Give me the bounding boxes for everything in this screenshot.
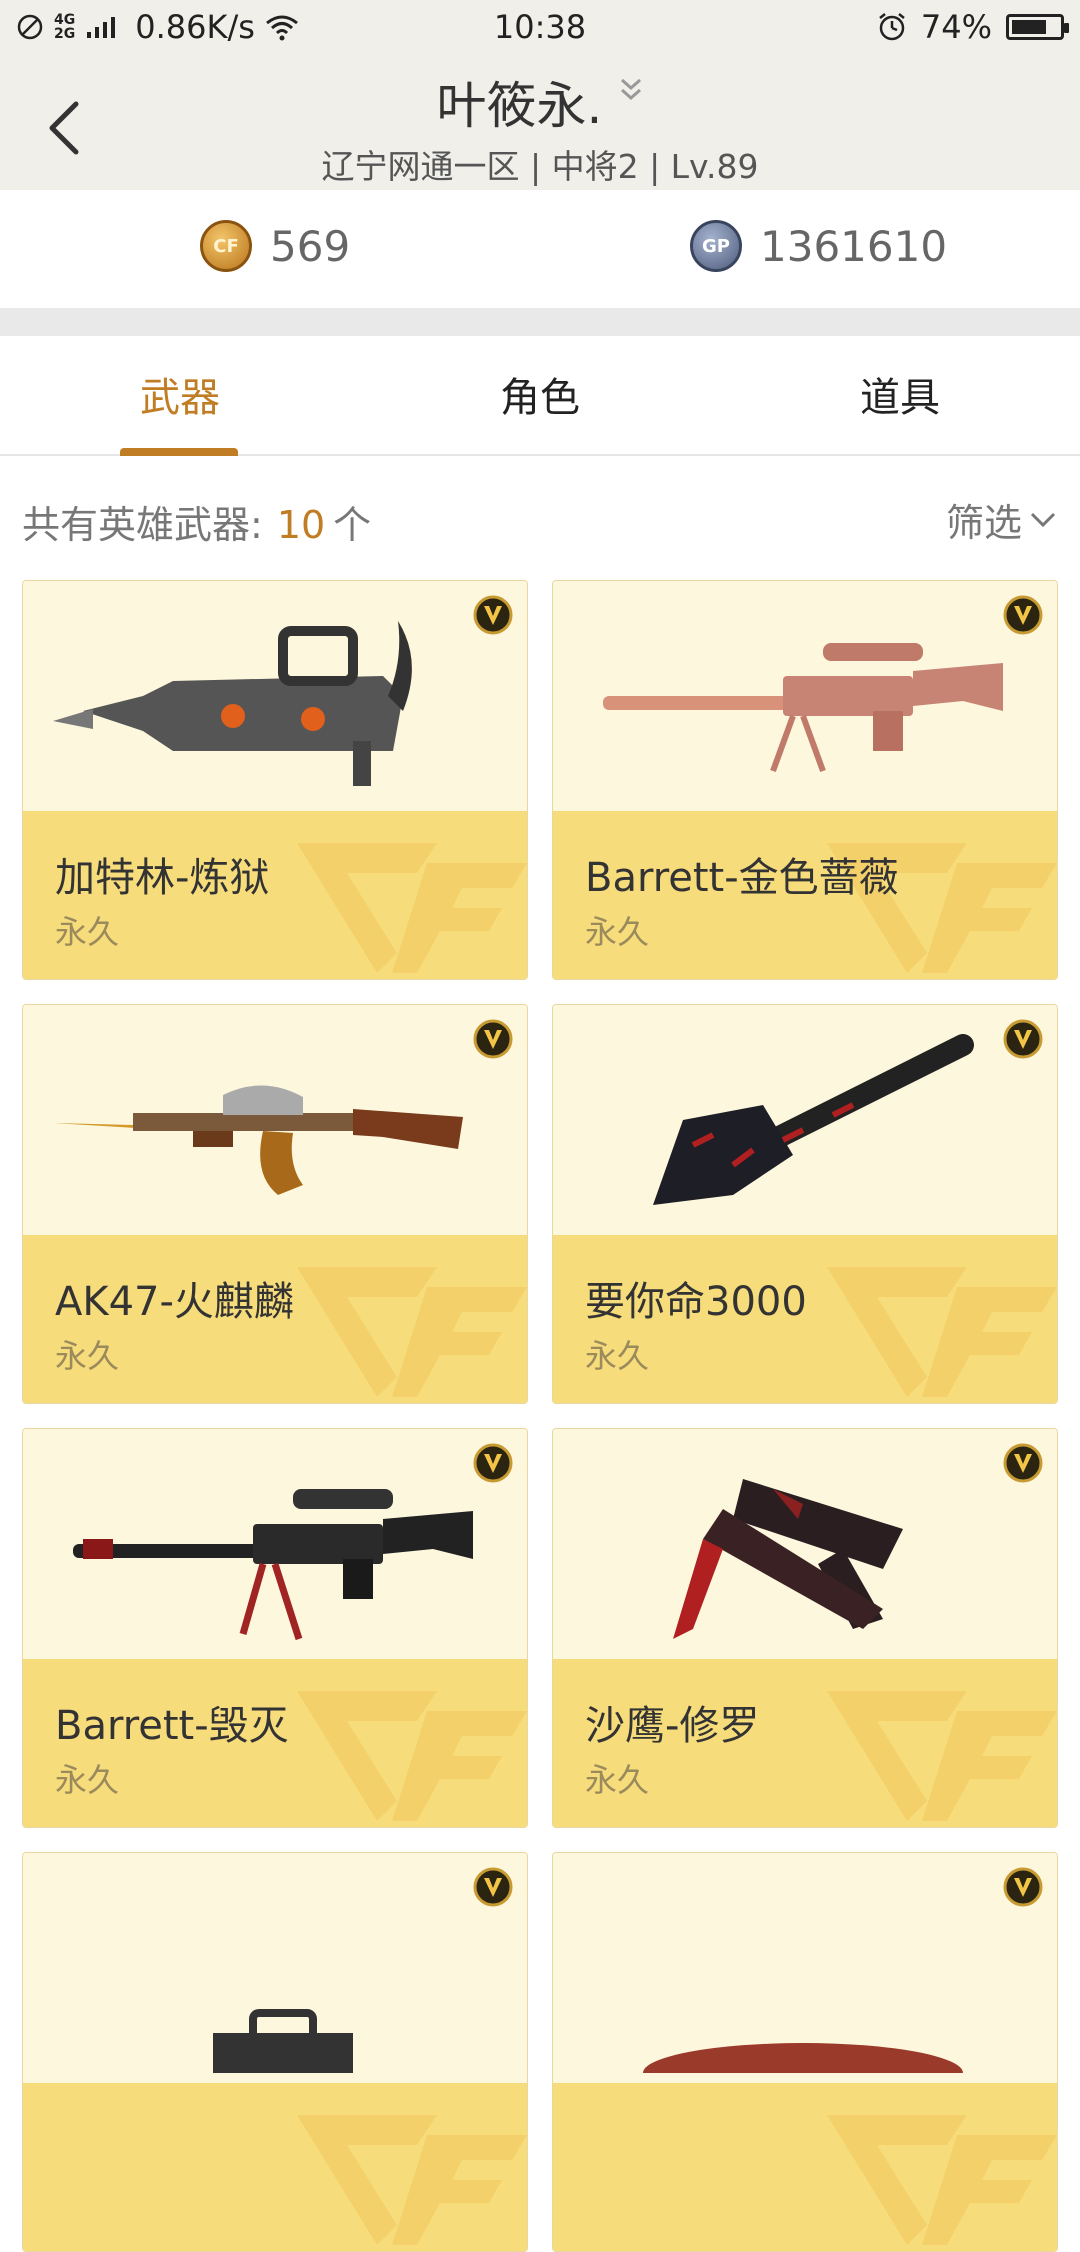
weapon-info-area: 加特林-炼狱永久 <box>23 811 527 979</box>
cf-currency: CF 569 <box>200 220 350 272</box>
weapon-card[interactable] <box>22 1852 528 2252</box>
weapon-card[interactable]: 要你命3000 永久 <box>552 1004 1058 1404</box>
weapon-duration: 永久 <box>55 1337 120 1375</box>
status-bar: 4G 2G 0.86K/s 10:38 74% <box>0 0 1080 56</box>
weapon-image-area <box>553 581 1057 811</box>
filter-label: 筛选 <box>945 501 1022 545</box>
vip-badge-icon <box>1003 1443 1043 1483</box>
weapon-info-area: Barrett-毁灭永久 <box>23 1659 527 1827</box>
rifle-partial-icon <box>213 2009 353 2073</box>
filter-button[interactable]: 筛选 <box>946 492 1058 547</box>
vip-badge-icon <box>1003 1867 1043 1907</box>
cf-logo-watermark-icon <box>827 2115 1057 2245</box>
weapon-duration: 永久 <box>585 1761 650 1799</box>
tab-weapons[interactable]: 武器 <box>0 336 360 456</box>
chevron-down-icon <box>1030 512 1056 527</box>
vip-badge-icon <box>1003 1019 1043 1059</box>
sniper-rifle-dark-icon <box>73 1489 473 1641</box>
category-tabs: 武器 角色 道具 <box>0 336 1080 456</box>
weapon-image-area <box>23 1429 527 1659</box>
cf-logo-watermark-icon <box>297 843 527 973</box>
count-prefix: 共有英雄武器: <box>22 503 263 547</box>
vip-badge-icon <box>1003 595 1043 635</box>
weapon-name: Barrett-金色蔷薇 <box>585 855 899 901</box>
currency-bar: CF 569 GP 1361610 <box>0 190 1080 308</box>
vip-badge-icon <box>473 1443 513 1483</box>
cf-logo-watermark-icon <box>297 1267 527 1397</box>
cf-logo-watermark-icon <box>297 1691 527 1821</box>
cf-logo-watermark-icon <box>827 1267 1057 1397</box>
shovel-icon <box>653 1034 974 1205</box>
weapon-card[interactable]: 沙鹰-修罗永久 <box>552 1428 1058 1828</box>
vip-badge-icon <box>473 595 513 635</box>
weapon-image-area <box>553 1853 1057 2083</box>
alarm-icon <box>879 13 905 41</box>
weapon-image-area <box>553 1005 1057 1235</box>
vip-badge-icon <box>473 1867 513 1907</box>
ak47-icon <box>53 1085 463 1195</box>
weapon-card[interactable]: AK47-火麒麟永久 <box>22 1004 528 1404</box>
cf-coin-icon: CF <box>200 220 252 272</box>
weapon-card[interactable] <box>552 1852 1058 2252</box>
vip-badge-icon <box>473 1019 513 1059</box>
weapon-duration: 永久 <box>585 913 650 951</box>
summary-row: 共有英雄武器: 10 个 筛选 <box>0 456 1080 576</box>
gatling-gun-icon <box>53 621 412 786</box>
count-number: 10 <box>276 503 326 547</box>
section-divider <box>0 308 1080 336</box>
weapon-name: Barrett-毁灭 <box>55 1703 289 1749</box>
weapon-card[interactable]: Barrett-金色蔷薇永久 <box>552 580 1058 980</box>
weapon-info-area <box>553 2083 1057 2251</box>
player-name[interactable]: 叶筱永. <box>437 66 603 138</box>
title-wrap[interactable]: 叶筱永. <box>0 66 1080 138</box>
tab-characters[interactable]: 角色 <box>360 336 720 456</box>
expand-chevron-icon[interactable] <box>618 74 644 106</box>
weapon-card[interactable]: 加特林-炼狱永久 <box>22 580 528 980</box>
active-tab-indicator <box>120 448 238 456</box>
gp-currency: GP 1361610 <box>690 220 947 272</box>
battery-percent: 74% <box>920 8 992 46</box>
desert-eagle-icon <box>673 1479 903 1639</box>
weapon-partial-icon <box>643 2043 963 2073</box>
profile-header: 叶筱永. 辽宁网通一区 | 中将2 | Lv.89 <box>0 56 1080 190</box>
weapon-info-area: Barrett-金色蔷薇永久 <box>553 811 1057 979</box>
player-subtitle: 辽宁网通一区 | 中将2 | Lv.89 <box>321 147 759 186</box>
weapon-info-area: AK47-火麒麟永久 <box>23 1235 527 1403</box>
cf-logo-watermark-icon <box>297 2115 527 2245</box>
gp-coin-icon: GP <box>690 220 742 272</box>
weapon-image-area <box>23 1853 527 2083</box>
cf-logo-watermark-icon <box>827 1691 1057 1821</box>
weapon-name: AK47-火麒麟 <box>55 1279 294 1325</box>
count-suffix: 个 <box>333 503 372 547</box>
gp-amount: 1361610 <box>760 221 948 271</box>
weapon-duration: 永久 <box>55 1761 120 1799</box>
tab-items[interactable]: 道具 <box>720 336 1080 456</box>
status-right: 74% <box>877 8 1069 46</box>
weapon-image-area <box>23 1005 527 1235</box>
cf-amount: 569 <box>270 221 351 271</box>
weapon-duration: 永久 <box>55 913 120 951</box>
sniper-rifle-gold-icon <box>603 643 1003 773</box>
weapon-name: 加特林-炼狱 <box>55 855 270 901</box>
weapon-info-area: 沙鹰-修罗永久 <box>553 1659 1057 1827</box>
weapon-card[interactable]: Barrett-毁灭永久 <box>22 1428 528 1828</box>
weapon-name: 沙鹰-修罗 <box>585 1703 760 1749</box>
weapon-image-area <box>23 581 527 811</box>
battery-icon <box>1006 14 1069 40</box>
weapon-duration: 永久 <box>585 1337 650 1375</box>
weapon-image-area <box>553 1429 1057 1659</box>
weapon-info-area <box>23 2083 527 2251</box>
weapon-count: 共有英雄武器: 10 个 <box>22 494 371 549</box>
weapon-name: 要你命3000 <box>585 1279 807 1325</box>
weapon-info-area: 要你命3000 永久 <box>553 1235 1057 1403</box>
